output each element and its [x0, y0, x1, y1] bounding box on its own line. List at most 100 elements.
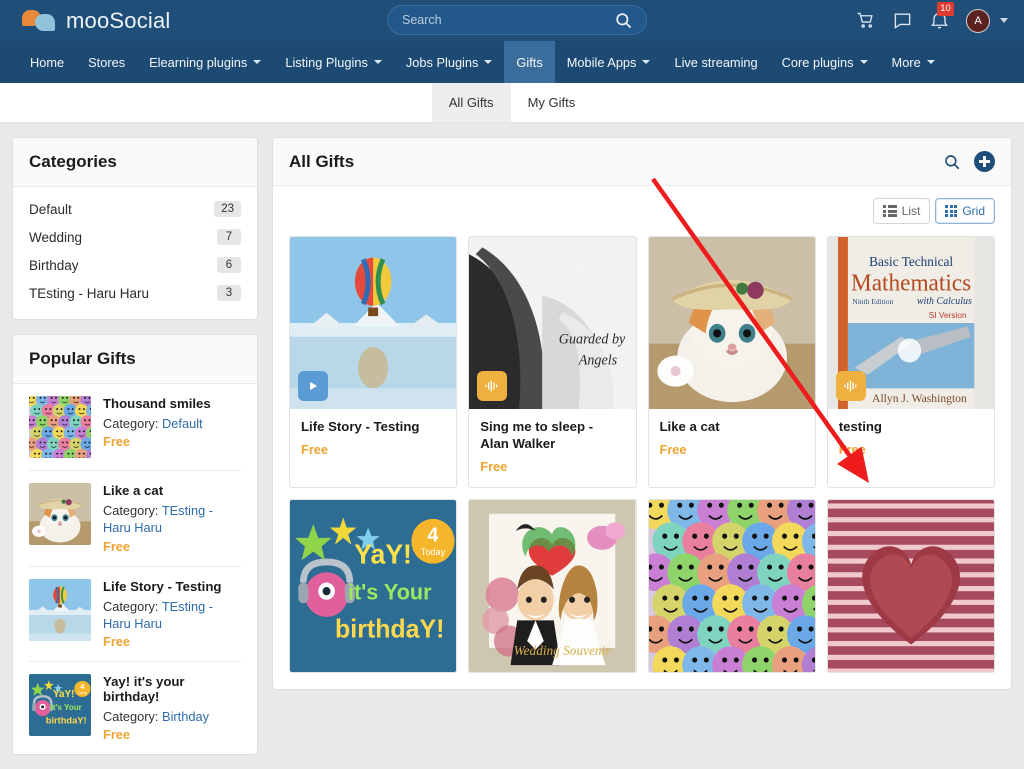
- grid-view-button[interactable]: Grid: [935, 198, 995, 224]
- svg-text:Wedding Souvenir: Wedding Souvenir: [514, 643, 611, 658]
- all-gifts-panel: All Gifts List Grid Life Story - Testing F…: [272, 137, 1012, 691]
- gift-title[interactable]: Like a cat: [660, 418, 804, 435]
- svg-text:it's Your: it's Your: [348, 580, 432, 605]
- popular-gift-thumbnail[interactable]: [29, 578, 91, 641]
- brand-logo[interactable]: mooSocial: [14, 8, 171, 34]
- nav-item-core-plugins[interactable]: Core plugins: [770, 41, 880, 83]
- category-link[interactable]: Default: [162, 416, 203, 431]
- gift-card[interactable]: Life Story - Testing Free: [289, 236, 458, 489]
- gift-title[interactable]: Life Story - Testing: [301, 418, 445, 435]
- popular-gifts-panel: Popular Gifts Thousand smiles Category: D…: [12, 334, 258, 756]
- nav-item-label: Live streaming: [674, 54, 758, 70]
- category-row[interactable]: Birthday 6: [13, 251, 257, 279]
- gift-card[interactable]: [647, 499, 816, 674]
- gift-price: Free: [838, 442, 866, 458]
- sidebar: Categories Default 23 Wedding 7 Birthday 6 TEs…: [12, 137, 258, 769]
- chevron-down-icon[interactable]: [1000, 18, 1008, 23]
- popular-gift-price: Free: [103, 434, 131, 450]
- nav-item-jobs-plugins[interactable]: Jobs Plugins: [394, 41, 505, 83]
- nav-item-home[interactable]: Home: [18, 41, 76, 83]
- svg-text:4: 4: [427, 524, 439, 546]
- svg-text:Ninth Edition: Ninth Edition: [852, 297, 893, 306]
- popular-gift-thumbnail[interactable]: [29, 483, 91, 545]
- tab-my-gifts[interactable]: My Gifts: [511, 83, 593, 122]
- tab-all-gifts[interactable]: All Gifts: [431, 83, 511, 122]
- gift-price: Free: [480, 459, 508, 475]
- gift-image[interactable]: [290, 237, 457, 409]
- category-count: 7: [217, 229, 241, 245]
- popular-gift-item[interactable]: Thousand smiles Category: Default Free: [29, 384, 241, 471]
- gift-card[interactable]: Stalked by Demons Guarded by Angels Sing me …: [468, 236, 637, 489]
- category-row[interactable]: TEsting - Haru Haru 3: [13, 279, 257, 307]
- svg-text:Mathematics: Mathematics: [851, 270, 971, 296]
- nav-item-listing-plugins[interactable]: Listing Plugins: [273, 41, 394, 83]
- gift-title[interactable]: Sing me to sleep - Alan Walker: [480, 418, 624, 452]
- nav-item-stores[interactable]: Stores: [76, 41, 137, 83]
- content-header: All Gifts: [273, 138, 1011, 186]
- plus-circle-icon[interactable]: [974, 151, 995, 172]
- list-view-button[interactable]: List: [873, 198, 931, 224]
- view-toggle-row: List Grid: [273, 186, 1011, 224]
- category-label: Default: [29, 201, 72, 217]
- view-label: List: [901, 204, 921, 218]
- search-icon[interactable]: [943, 153, 961, 171]
- popular-gift-item[interactable]: Life Story - Testing Category: TEsting - …: [29, 567, 241, 663]
- popular-gift-title[interactable]: Thousand smiles: [103, 396, 241, 411]
- gift-image[interactable]: [648, 237, 815, 409]
- messages-icon[interactable]: [892, 10, 913, 31]
- gift-card[interactable]: [826, 499, 995, 674]
- audio-wave-icon[interactable]: [835, 371, 866, 401]
- nav-item-elearning-plugins[interactable]: Elearning plugins: [137, 41, 273, 83]
- view-label: Grid: [962, 204, 985, 218]
- audio-wave-icon[interactable]: [477, 371, 508, 401]
- cart-icon[interactable]: [855, 10, 876, 31]
- gift-image[interactable]: Wedding Souvenir: [469, 500, 636, 673]
- popular-gift-title[interactable]: Life Story - Testing: [103, 579, 241, 594]
- gift-card[interactable]: Like a cat Free: [647, 236, 816, 489]
- popular-gifts-title: Popular Gifts: [13, 335, 257, 384]
- category-row[interactable]: Default 23: [13, 195, 257, 223]
- gift-image[interactable]: [827, 500, 994, 673]
- nav-item-mobile-apps[interactable]: Mobile Apps: [555, 41, 663, 83]
- svg-text:Basic Technical: Basic Technical: [869, 254, 953, 269]
- gift-card[interactable]: Basic Technical Mathematics Ninth Edition w…: [826, 236, 995, 489]
- svg-text:Demons: Demons: [561, 281, 611, 298]
- search-input[interactable]: [400, 12, 612, 28]
- avatar[interactable]: A: [966, 8, 990, 33]
- popular-gift-thumbnail[interactable]: [29, 396, 91, 458]
- svg-text:Stalked by: Stalked by: [556, 262, 618, 279]
- nav-item-gifts[interactable]: Gifts: [504, 41, 555, 83]
- chat-bubbles-icon: [22, 8, 56, 34]
- notifications-icon[interactable]: 10: [929, 2, 954, 31]
- gift-image[interactable]: YaY! it's Your birthdaY! 4 Today: [290, 500, 457, 673]
- brand-name: mooSocial: [66, 7, 171, 33]
- search-icon[interactable]: [612, 9, 634, 31]
- nav-item-more[interactable]: More: [880, 41, 947, 83]
- gift-image[interactable]: Stalked by Demons Guarded by Angels: [469, 237, 636, 409]
- top-actions: 10 A: [855, 0, 1008, 41]
- search-box[interactable]: [387, 5, 647, 35]
- nav-item-live-streaming[interactable]: Live streaming: [662, 41, 769, 83]
- svg-text:SI Version: SI Version: [929, 310, 967, 320]
- popular-gift-thumbnail[interactable]: YaY! it's Your birthdaY! 4 Today: [29, 674, 91, 737]
- search-container: [387, 5, 647, 35]
- popular-gift-item[interactable]: Like a cat Category: TEsting - Haru Haru F…: [29, 471, 241, 567]
- category-row[interactable]: Wedding 7: [13, 223, 257, 251]
- popular-gift-info: Yay! it's your birthday! Category: Birthd…: [103, 674, 241, 742]
- gift-image[interactable]: [648, 500, 815, 673]
- popular-gift-title[interactable]: Like a cat: [103, 483, 241, 498]
- gift-image[interactable]: Basic Technical Mathematics Ninth Edition w…: [827, 237, 994, 409]
- popular-gift-item[interactable]: YaY! it's Your birthdaY! 4 Today Yay! it's yo…: [29, 662, 241, 754]
- svg-text:YaY!: YaY!: [354, 540, 412, 571]
- gift-card[interactable]: YaY! it's Your birthdaY! 4 Today: [289, 499, 458, 674]
- category-label: Birthday: [29, 257, 79, 273]
- category-link[interactable]: Birthday: [162, 709, 209, 724]
- popular-gift-category: Category: TEsting - Haru Haru: [103, 598, 241, 633]
- gift-card[interactable]: Wedding Souvenir: [468, 499, 637, 674]
- nav-item-label: Listing Plugins: [285, 54, 368, 70]
- play-icon[interactable]: [298, 371, 328, 401]
- popular-gift-title[interactable]: Yay! it's your birthday!: [103, 674, 241, 704]
- category-prefix-label: Category:: [103, 503, 159, 518]
- gift-title[interactable]: testing: [839, 418, 983, 435]
- nav-item-label: Stores: [88, 54, 126, 70]
